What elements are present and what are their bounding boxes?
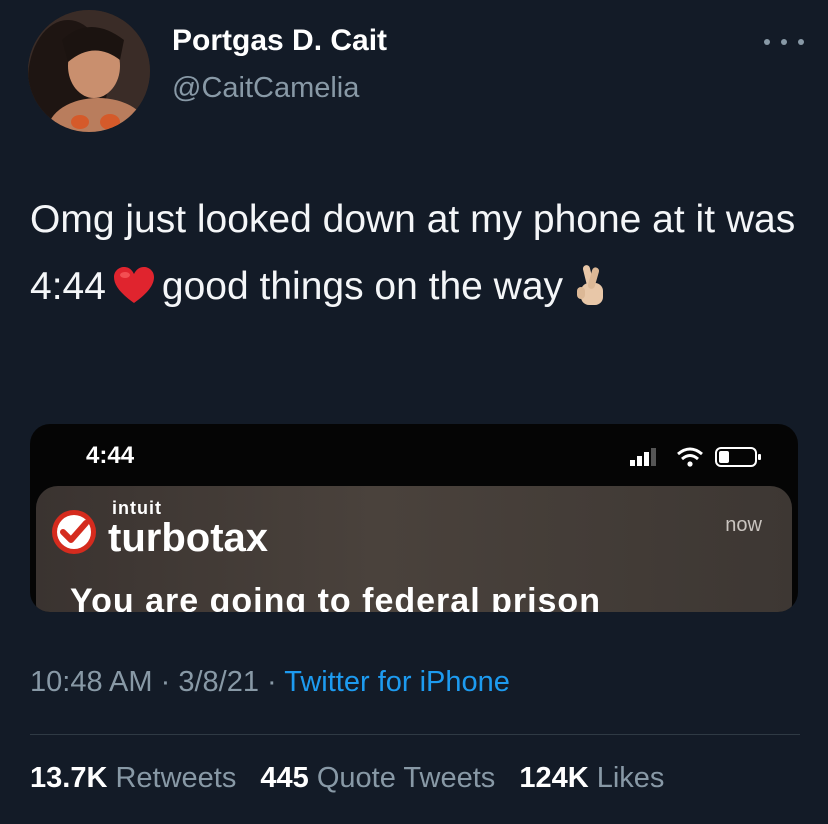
meta-separator: ·	[160, 666, 171, 698]
quote-tweets-stat[interactable]: 445 Quote Tweets	[260, 762, 495, 794]
turbotax-check-icon	[52, 510, 96, 554]
meta-separator: ·	[267, 666, 277, 698]
tweet-card: Portgas D. Cait @CaitCamelia Omg just lo…	[0, 0, 828, 824]
display-name[interactable]: Portgas D. Cait	[172, 24, 387, 58]
tweet-date[interactable]: 3/8/21	[178, 666, 259, 698]
user-handle[interactable]: @CaitCamelia	[172, 72, 359, 105]
quote-tweets-count: 445	[260, 762, 309, 794]
notification-time: now	[725, 514, 762, 536]
dot	[781, 39, 787, 45]
retweets-stat[interactable]: 13.7K Retweets	[30, 762, 236, 794]
turbotax-notification[interactable]: intuit turbotax now You are going to fed…	[36, 486, 792, 612]
retweets-count: 13.7K	[30, 762, 108, 794]
retweets-label: Retweets	[115, 762, 237, 794]
avatar-image	[28, 10, 150, 132]
signal-bar	[651, 448, 656, 466]
likes-stat[interactable]: 124K Likes	[519, 762, 664, 794]
tweet-meta: 10:48 AM · 3/8/21 · Twitter for iPhone	[30, 666, 510, 699]
crossed-fingers-icon	[577, 265, 604, 305]
wifi-dot	[687, 461, 693, 467]
battery-icon	[715, 447, 761, 467]
more-options-icon[interactable]	[764, 30, 804, 54]
likes-count: 124K	[519, 762, 589, 794]
avatar[interactable]	[28, 10, 150, 132]
wifi-icon	[677, 447, 703, 461]
signal-bar	[637, 456, 642, 466]
dot	[764, 39, 770, 45]
notification-body: You are going to federal prison	[70, 582, 601, 612]
signal-bar	[630, 460, 635, 466]
status-bar-icons	[630, 447, 761, 467]
dot	[798, 39, 804, 45]
tweet-text-part2: good things on the way	[161, 265, 564, 308]
quote-tweets-label: Quote Tweets	[316, 762, 496, 794]
tweet-time[interactable]: 10:48 AM	[30, 666, 153, 698]
tweet-source-link[interactable]: Twitter for iPhone	[284, 666, 510, 698]
tweet-stats: 13.7K Retweets 445 Quote Tweets 124K Lik…	[30, 762, 680, 795]
tweet-text: Omg just looked down at my phone at it w…	[30, 186, 810, 320]
status-bar-time: 4:44	[86, 442, 135, 469]
likes-label: Likes	[596, 762, 665, 794]
red-heart-icon	[113, 267, 154, 303]
divider	[30, 734, 800, 735]
turbotax-wordmark: turbotax	[108, 516, 268, 560]
signal-bar	[644, 452, 649, 466]
media-screenshot[interactable]: 4:44 intuit turbotax now You are going t…	[30, 424, 798, 612]
